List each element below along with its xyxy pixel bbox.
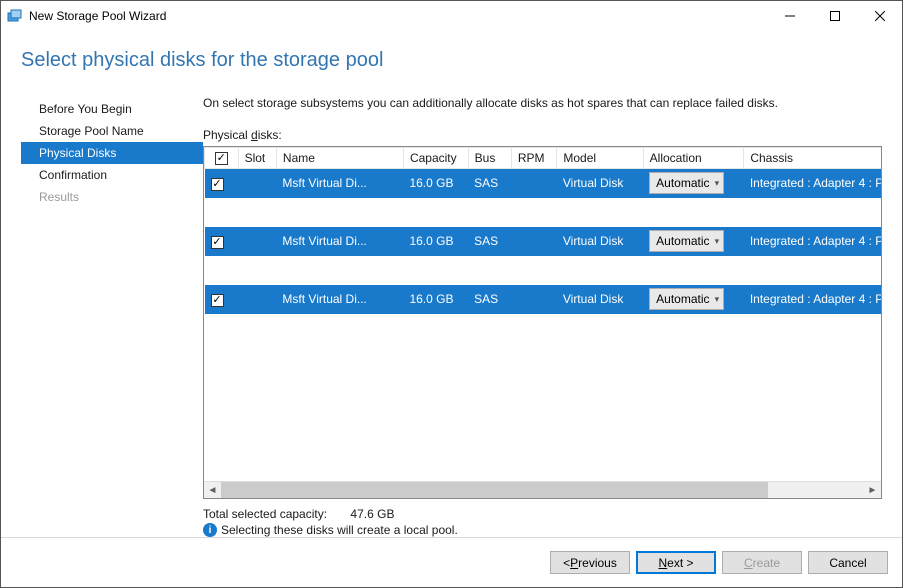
cell-chassis: Integrated : Adapter 4 : Port 0 : Target… [744, 285, 881, 314]
scroll-left-icon[interactable]: ◄ [204, 482, 221, 499]
cell-bus: SAS [468, 227, 511, 256]
cell-chassis: Integrated : Adapter 4 : Port 0 : Target… [744, 169, 881, 198]
steps-sidebar: Before You Begin Storage Pool Name Physi… [21, 96, 203, 537]
col-checkbox[interactable] [205, 148, 239, 169]
cell-name: Msft Virtual Di... [276, 169, 403, 198]
allocation-value: Automatic [656, 176, 709, 190]
cell-chassis: Integrated : Adapter 4 : Port 0 : Target… [744, 227, 881, 256]
disks-grid: Slot Name Capacity Bus RPM Model Allocat… [203, 146, 882, 499]
cell-bus: SAS [468, 169, 511, 198]
window-title: New Storage Pool Wizard [29, 9, 166, 23]
minimize-button[interactable] [767, 2, 812, 31]
cell-rpm [511, 169, 557, 198]
col-chassis[interactable]: Chassis [744, 148, 881, 169]
cell-slot [238, 227, 276, 256]
col-capacity[interactable]: Capacity [403, 148, 468, 169]
col-rpm[interactable]: RPM [511, 148, 557, 169]
scroll-track[interactable] [221, 482, 864, 498]
cell-slot [238, 285, 276, 314]
scroll-thumb[interactable] [221, 482, 768, 498]
allocation-dropdown[interactable]: Automatic ▾ [649, 172, 724, 194]
disks-table: Slot Name Capacity Bus RPM Model Allocat… [204, 147, 881, 314]
table-row[interactable]: Msft Virtual Di...16.0 GBSAS Virtual Disk… [205, 169, 882, 198]
cell-model: Virtual Disk [557, 285, 643, 314]
body: Before You Begin Storage Pool Name Physi… [21, 96, 882, 537]
col-name[interactable]: Name [276, 148, 403, 169]
step-results: Results [21, 186, 203, 208]
instruction-text: On select storage subsystems you can add… [203, 96, 882, 110]
allocation-value: Automatic [656, 292, 709, 306]
total-label: Total selected capacity: [203, 507, 327, 521]
col-allocation[interactable]: Allocation [643, 148, 744, 169]
cell-capacity: 16.0 GB [403, 285, 468, 314]
next-button[interactable]: Next > [636, 551, 716, 574]
cell-model: Virtual Disk [557, 227, 643, 256]
cell-model: Virtual Disk [557, 169, 643, 198]
content-area: Select physical disks for the storage po… [1, 31, 902, 537]
titlebar: New Storage Pool Wizard [1, 1, 902, 31]
page-heading: Select physical disks for the storage po… [21, 49, 882, 72]
step-storage-pool-name[interactable]: Storage Pool Name [21, 120, 203, 142]
chevron-down-icon: ▾ [715, 236, 720, 247]
row-checkbox[interactable] [211, 178, 224, 191]
info-text: Selecting these disks will create a loca… [221, 523, 458, 537]
cell-rpm [511, 285, 557, 314]
col-model[interactable]: Model [557, 148, 643, 169]
chevron-down-icon: ▾ [715, 178, 720, 189]
disks-grid-viewport[interactable]: Slot Name Capacity Bus RPM Model Allocat… [204, 147, 881, 481]
cell-slot [238, 169, 276, 198]
select-all-checkbox[interactable] [215, 152, 228, 165]
horizontal-scrollbar[interactable]: ◄ ► [204, 481, 881, 498]
physical-disks-label: Physical disks: [203, 128, 882, 142]
close-button[interactable] [857, 2, 902, 31]
allocation-dropdown[interactable]: Automatic ▾ [649, 288, 724, 310]
col-slot[interactable]: Slot [238, 148, 276, 169]
chevron-down-icon: ▾ [715, 294, 720, 305]
total-capacity: Total selected capacity: 47.6 GB [203, 507, 882, 521]
scroll-right-icon[interactable]: ► [864, 482, 881, 499]
allocation-value: Automatic [656, 234, 709, 248]
cancel-button[interactable]: Cancel [808, 551, 888, 574]
total-value: 47.6 GB [350, 507, 394, 521]
cell-capacity: 16.0 GB [403, 227, 468, 256]
cell-capacity: 16.0 GB [403, 169, 468, 198]
cell-rpm [511, 227, 557, 256]
table-row[interactable]: Msft Virtual Di...16.0 GBSAS Virtual Disk… [205, 285, 882, 314]
col-bus[interactable]: Bus [468, 148, 511, 169]
cell-bus: SAS [468, 285, 511, 314]
create-button: Create [722, 551, 802, 574]
row-checkbox[interactable] [211, 294, 224, 307]
previous-button[interactable]: < Previous [550, 551, 630, 574]
step-confirmation[interactable]: Confirmation [21, 164, 203, 186]
app-icon [7, 8, 23, 24]
main-panel: On select storage subsystems you can add… [203, 96, 882, 537]
maximize-button[interactable] [812, 2, 857, 31]
table-row[interactable]: Msft Virtual Di...16.0 GBSAS Virtual Disk… [205, 227, 882, 256]
wizard-window: New Storage Pool Wizard Select physical … [0, 0, 903, 588]
info-icon: i [203, 523, 217, 537]
header-row: Slot Name Capacity Bus RPM Model Allocat… [205, 148, 882, 169]
allocation-dropdown[interactable]: Automatic ▾ [649, 230, 724, 252]
row-checkbox[interactable] [211, 236, 224, 249]
cell-name: Msft Virtual Di... [276, 285, 403, 314]
info-line: i Selecting these disks will create a lo… [203, 523, 882, 537]
window-buttons [767, 2, 902, 31]
footer: < Previous Next > Create Cancel [1, 537, 902, 587]
step-physical-disks[interactable]: Physical Disks [21, 142, 203, 164]
cell-name: Msft Virtual Di... [276, 227, 403, 256]
step-before-you-begin[interactable]: Before You Begin [21, 98, 203, 120]
